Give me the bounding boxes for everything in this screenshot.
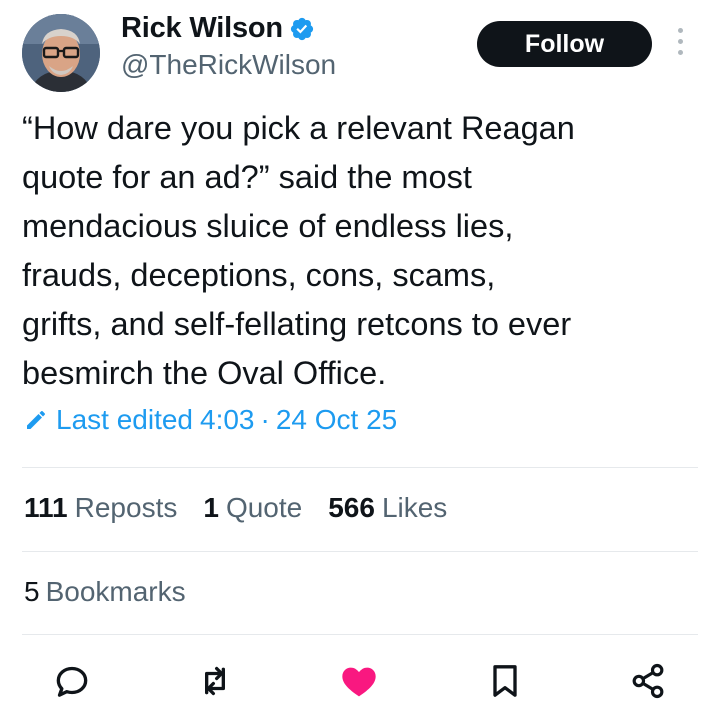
tweet-text: “How dare you pick a relevant Reagan quo… <box>22 110 575 391</box>
pencil-icon <box>27 411 45 429</box>
quotes-stat[interactable]: 1 Quote <box>203 492 302 524</box>
follow-button[interactable]: Follow <box>477 21 652 67</box>
reply-icon <box>56 666 88 697</box>
bookmark-button[interactable] <box>481 657 529 705</box>
avatar-photo <box>22 14 100 92</box>
like-icon <box>342 667 376 697</box>
author-avatar[interactable] <box>22 14 100 92</box>
author-handle[interactable]: @TheRickWilson <box>121 49 336 81</box>
bookmark-icon <box>493 665 517 697</box>
divider <box>22 467 698 468</box>
edited-separator: · <box>260 404 270 435</box>
divider <box>22 551 698 552</box>
more-options-icon[interactable] <box>673 28 687 62</box>
author-name[interactable]: Rick Wilson <box>121 12 283 45</box>
share-icon <box>632 663 664 699</box>
reposts-stat[interactable]: 111 Reposts <box>24 492 177 524</box>
share-button[interactable] <box>624 657 672 705</box>
repost-icon <box>205 666 225 696</box>
edited-date: 24 Oct 25 <box>275 404 398 435</box>
quotes-count: 1 <box>203 492 219 523</box>
likes-stat[interactable]: 566 Likes <box>328 492 447 524</box>
divider <box>22 634 698 635</box>
bookmarks-count: 5 <box>24 576 40 607</box>
reposts-label: Reposts <box>74 492 178 523</box>
repost-button[interactable] <box>191 657 239 705</box>
edited-label: Last edited <box>56 404 193 435</box>
action-bar <box>0 657 720 707</box>
reposts-count: 111 <box>24 492 68 523</box>
engagement-stats: 111 Reposts 1 Quote 566 Likes <box>24 492 473 524</box>
verified-badge-icon[interactable] <box>289 16 315 42</box>
likes-label: Likes <box>381 492 448 523</box>
edit-history-link[interactable]: Last edited 4:03 · 24 Oct 25 <box>24 404 397 436</box>
reply-button[interactable] <box>48 657 96 705</box>
quotes-label: Quote <box>225 492 303 523</box>
like-button[interactable] <box>335 657 383 705</box>
bookmarks-label: Bookmarks <box>45 576 186 607</box>
edited-time: 4:03 <box>200 404 255 435</box>
bookmarks-stat[interactable]: 5 Bookmarks <box>24 576 186 608</box>
likes-count: 566 <box>328 492 375 523</box>
